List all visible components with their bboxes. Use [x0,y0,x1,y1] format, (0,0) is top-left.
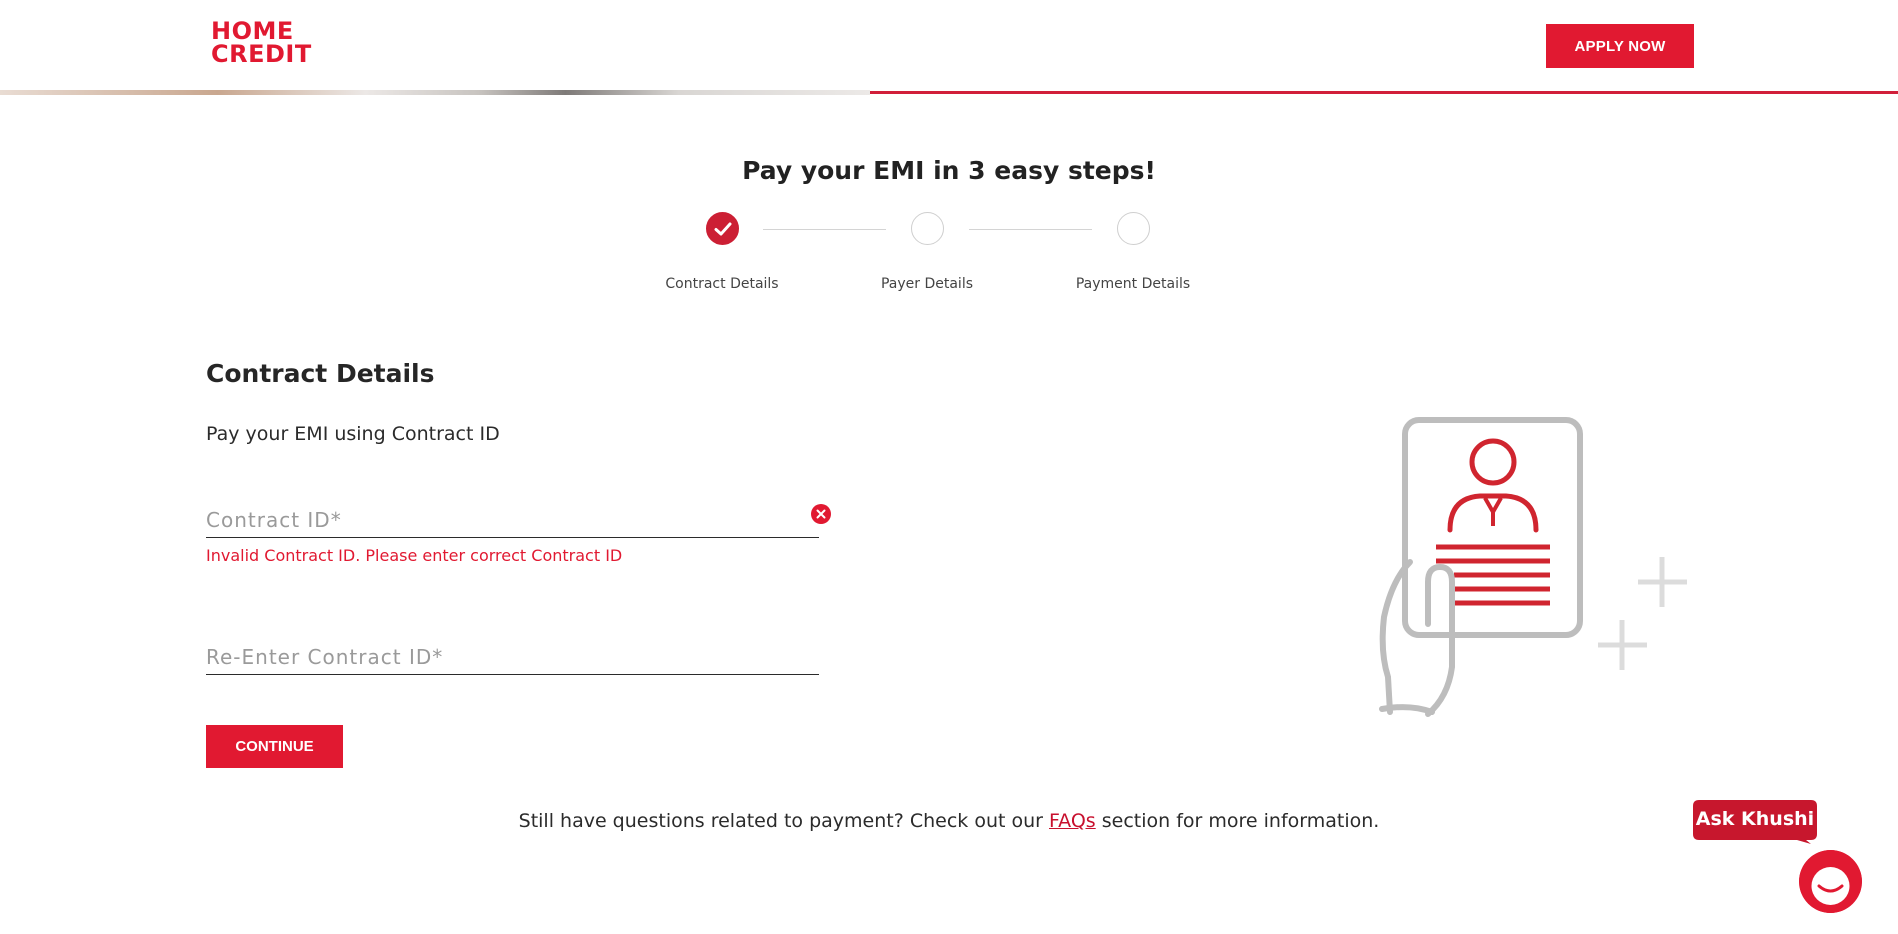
step-3-indicator [1117,212,1150,245]
steps-title: Pay your EMI in 3 easy steps! [742,156,1156,185]
logo-line-credit: CREDIT [211,40,312,68]
faq-link[interactable]: FAQs [1049,810,1096,832]
faq-note: Still have questions related to payment?… [0,810,1898,832]
faq-prefix: Still have questions related to payment?… [518,810,1049,832]
step-1-label: Contract Details [665,276,779,292]
check-icon [714,222,731,235]
home-credit-logo[interactable]: HOME CREDIT [211,19,321,68]
header-banner-strip [0,90,870,95]
continue-button[interactable]: CONTINUE [206,725,343,768]
header-divider [0,90,1898,95]
error-x-icon[interactable] [811,504,831,524]
site-header: HOME CREDIT APPLY NOW [0,0,1898,95]
contract-id-error: Invalid Contract ID. Please enter correc… [206,546,623,565]
contract-document-illustration [1379,417,1687,717]
chat-launcher-button[interactable] [1799,850,1862,913]
faq-suffix: section for more information. [1095,810,1380,832]
section-title: Contract Details [206,359,435,388]
ask-khushi-bubble[interactable]: Ask Khushi [1693,800,1817,844]
form-subtitle: Pay your EMI using Contract ID [206,423,500,445]
chat-icon [1799,850,1862,913]
step-2-indicator [911,212,944,245]
header-red-line [870,91,1898,94]
ask-khushi-label: Ask Khushi [1695,808,1815,830]
step-3-label: Payment Details [1075,276,1191,292]
step-connector-1 [763,229,886,230]
step-connector-2 [969,229,1092,230]
reenter-contract-id-input[interactable] [206,639,819,675]
step-2-label: Payer Details [880,276,974,292]
close-icon [816,509,826,519]
contract-id-input[interactable] [206,502,819,538]
step-1-indicator [706,212,739,245]
apply-now-button[interactable]: APPLY NOW [1546,24,1694,68]
